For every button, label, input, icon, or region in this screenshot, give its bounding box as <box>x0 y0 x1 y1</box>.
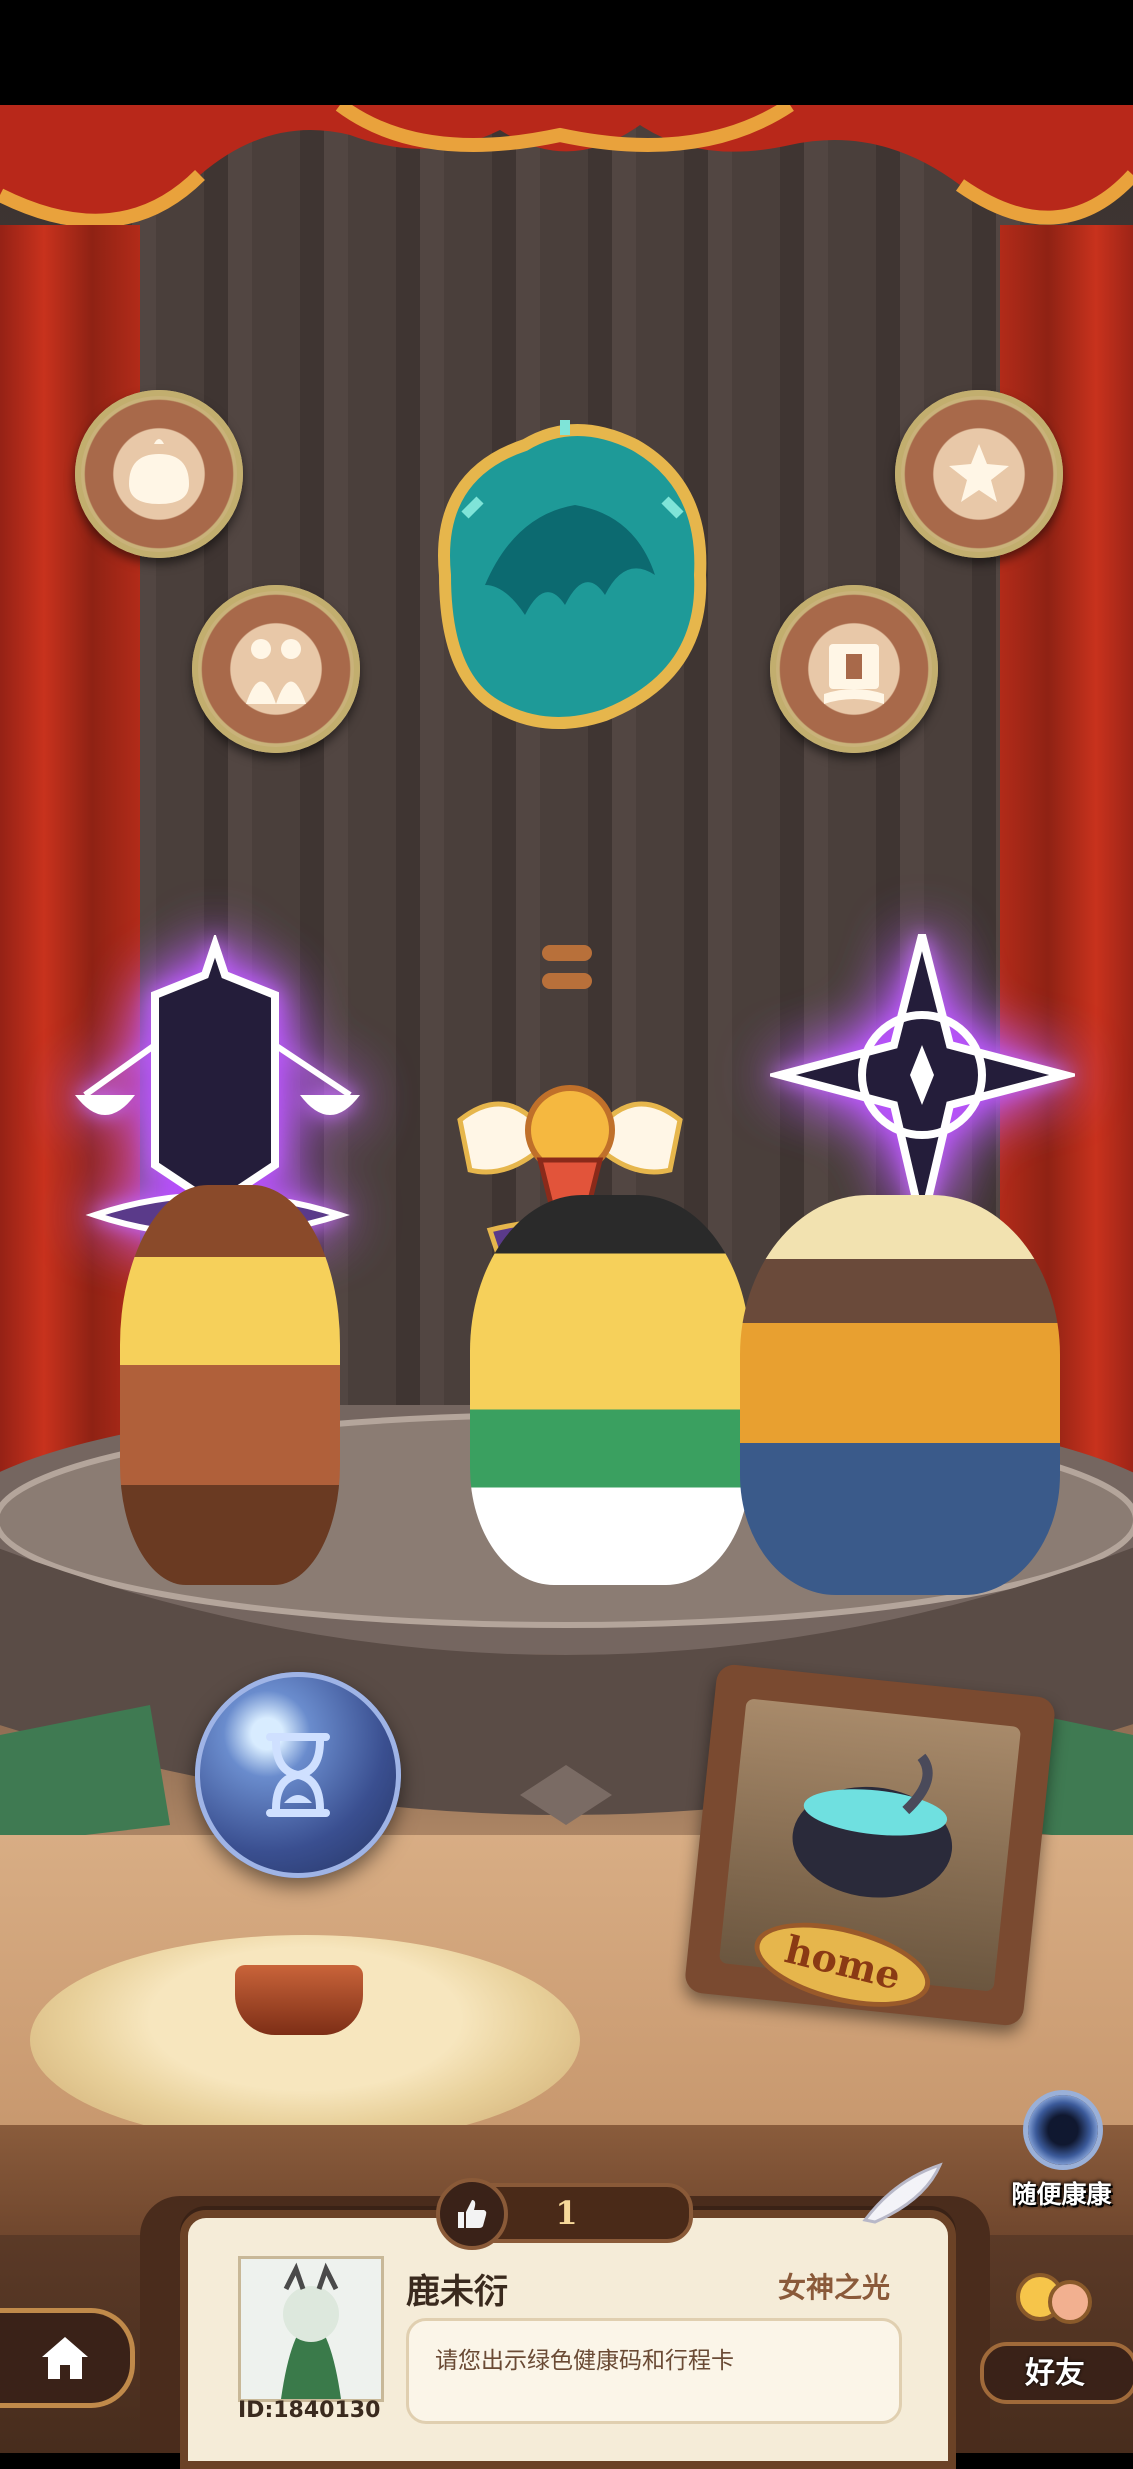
twins-badge-icon[interactable] <box>192 585 360 753</box>
lion-badge-icon[interactable] <box>405 405 730 745</box>
profile-card: ID:1840130 鹿未衍 女神之光 请您出示绿色健康码和行程卡 <box>180 2210 956 2469</box>
explorer-character[interactable] <box>120 1185 340 1585</box>
user-nickname: 鹿未衍 <box>406 2272 508 2312</box>
home-button[interactable] <box>0 2308 135 2408</box>
like-button[interactable] <box>436 2178 508 2250</box>
hourglass-orb-button[interactable] <box>195 1672 401 1878</box>
friends-button[interactable]: 好友 <box>970 2262 1133 2412</box>
hourglass-icon <box>266 1733 330 1817</box>
stage-scene <box>0 105 1133 2453</box>
angel-maid-character[interactable] <box>470 1195 750 1585</box>
message-box[interactable]: 请您出示绿色健康码和行程卡 <box>406 2318 902 2424</box>
friends-label: 好友 <box>1025 2356 1085 2391</box>
curtain-valance <box>0 105 1133 228</box>
random-visit-button[interactable]: 随便康康 <box>990 2095 1133 2215</box>
book-badge-icon[interactable] <box>770 585 938 753</box>
user-id: ID:1840130 <box>238 2398 381 2423</box>
status-bar <box>0 0 1133 105</box>
user-title: 女神之光 <box>778 2271 891 2304</box>
random-visit-label: 随便康康 <box>1011 2180 1112 2209</box>
divider-pill <box>542 945 592 961</box>
portal-icon <box>1028 2095 1098 2165</box>
home-picture-frame[interactable]: home <box>683 1663 1057 2027</box>
message-text: 请您出示绿色健康码和行程卡 <box>435 2348 734 2374</box>
avatar[interactable] <box>238 2256 384 2402</box>
hat-boy-with-gorilla-character[interactable] <box>740 1195 1060 1595</box>
orb-stand <box>235 1965 363 2035</box>
house-icon <box>42 2337 88 2379</box>
friends-icon <box>1016 2273 1092 2324</box>
quill-icon[interactable] <box>855 2160 945 2230</box>
like-count: 1 <box>555 2194 578 2232</box>
thumbs-up-icon <box>458 2200 487 2228</box>
teapot-badge-icon[interactable] <box>75 390 243 558</box>
flourish-badge-icon[interactable] <box>895 390 1063 558</box>
divider-pill <box>542 973 592 989</box>
